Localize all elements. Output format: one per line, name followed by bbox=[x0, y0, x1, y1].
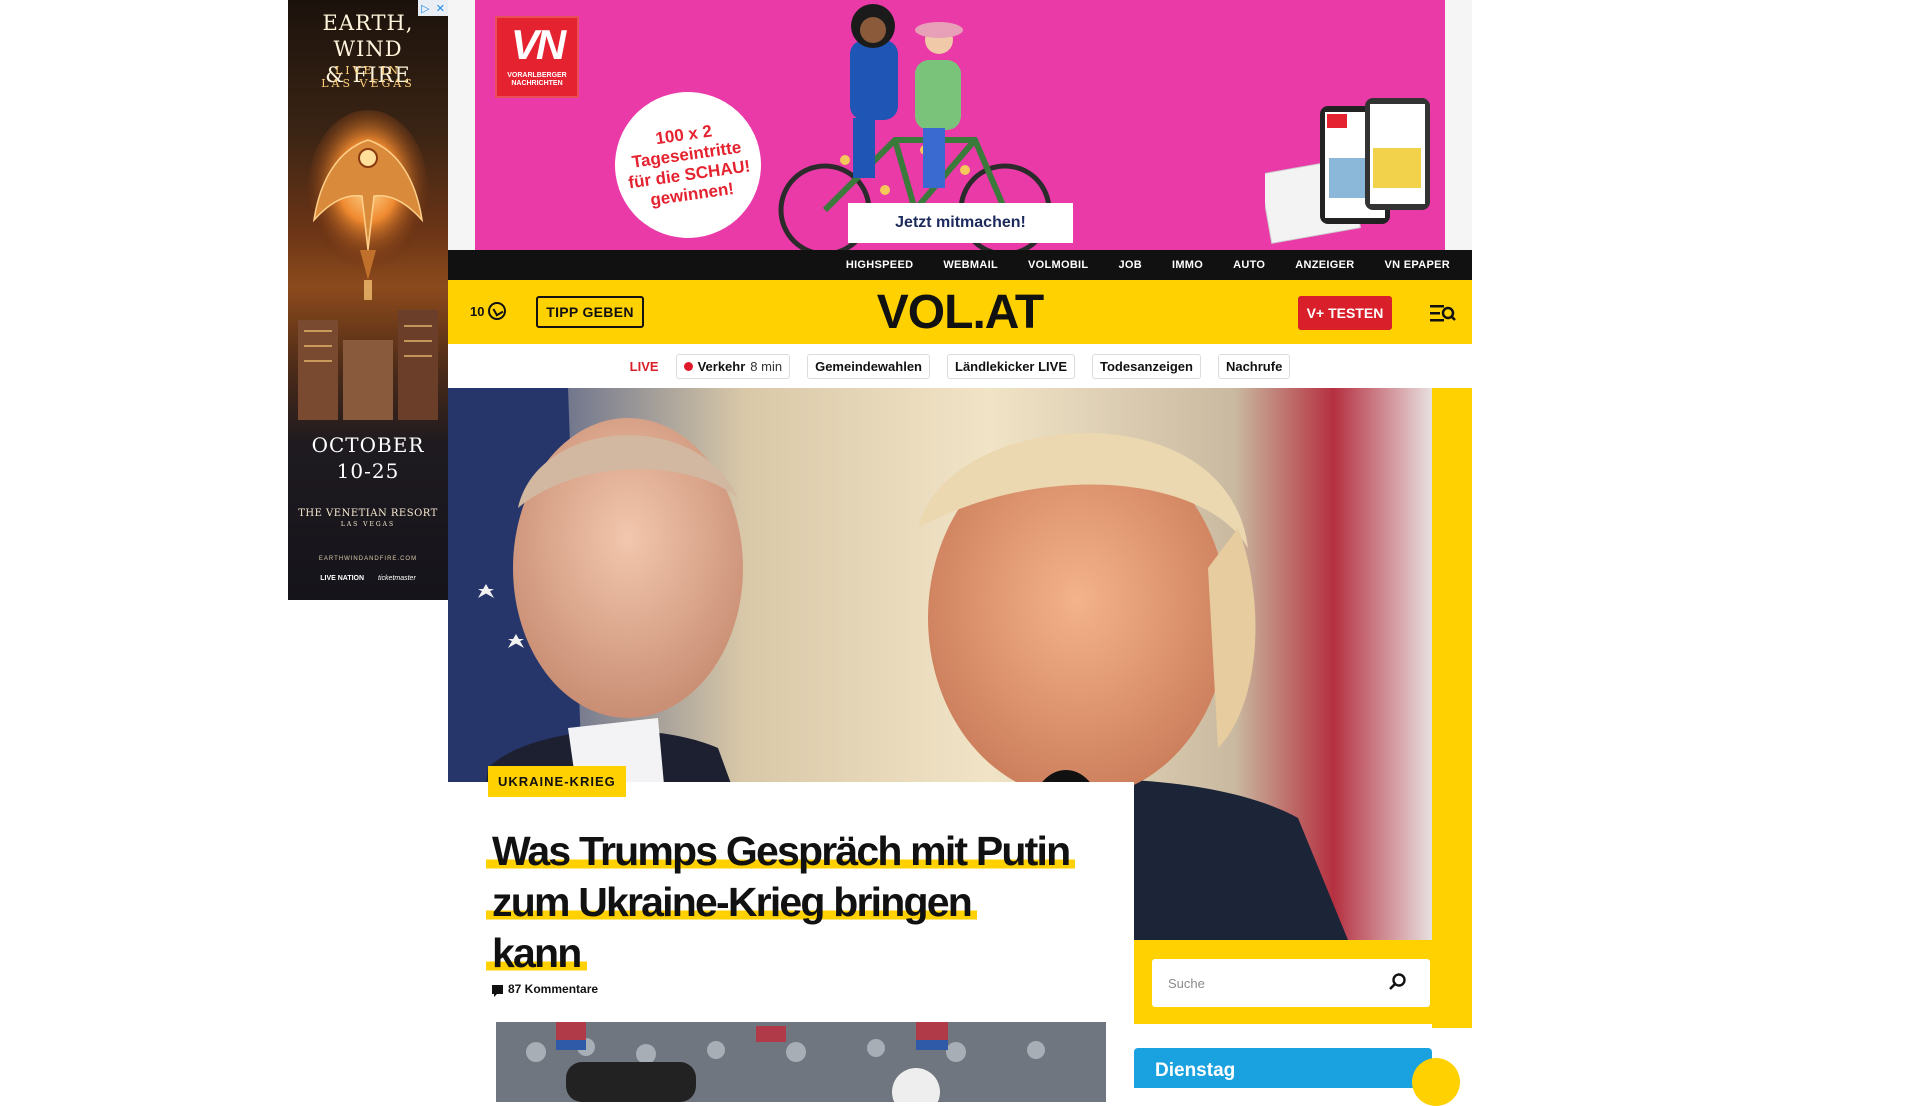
vn-logo-mark: VN bbox=[510, 21, 566, 68]
sun-icon bbox=[1412, 1058, 1460, 1106]
topic-chip-todesanzeigen[interactable]: Todesanzeigen bbox=[1092, 353, 1201, 379]
top-banner-container: VN VORARLBERGER NACHRICHTEN 100 x 2 Tage… bbox=[448, 0, 1472, 250]
nav-link-webmail[interactable]: WEBMAIL bbox=[943, 259, 998, 271]
article-headline[interactable]: Was Trumps Gespräch mit Putin zum Ukrain… bbox=[486, 826, 1106, 979]
ad-url: EARTHWINDANDFIRE.COM bbox=[318, 556, 418, 562]
comments-count: 87 Kommentare bbox=[508, 982, 599, 996]
chip-label: Verkehr bbox=[697, 358, 746, 374]
nav-link-volmobil[interactable]: VOLMOBIL bbox=[1028, 259, 1088, 271]
nav-link-vn-epaper[interactable]: VN EPAPER bbox=[1385, 259, 1450, 271]
chip-time: 8 min bbox=[750, 358, 783, 374]
banner-cta-button[interactable]: Jetzt mitmachen! bbox=[848, 203, 1073, 243]
ad-dates: OCTOBER 10-25 bbox=[288, 432, 448, 484]
epaper-devices-illustration bbox=[1265, 98, 1430, 244]
ad-subtitle-line: LAS VEGAS bbox=[321, 77, 415, 90]
live-nation-logo: LIVE NATION bbox=[320, 575, 365, 582]
topic-chip-laendlekicker[interactable]: Ländlekicker LIVE bbox=[947, 353, 1075, 379]
live-dot-icon bbox=[683, 361, 693, 371]
chip-label: Gemeindewahlen bbox=[815, 358, 922, 374]
vn-logo-name: VORARLBERGER bbox=[507, 72, 567, 79]
chip-label: Todesanzeigen bbox=[1100, 358, 1193, 374]
site-header: 10 TIPP GEBEN VOL.AT V+ TESTEN bbox=[448, 280, 1472, 344]
chip-label: Ländlekicker LIVE bbox=[955, 358, 1067, 374]
nav-link-anzeiger[interactable]: ANZEIGER bbox=[1295, 259, 1354, 271]
menu-search-icon[interactable] bbox=[1430, 302, 1456, 324]
live-topics-bar: LIVE Verkehr 8 min Gemeindewahlen Ländle… bbox=[448, 344, 1472, 388]
topic-chip-gemeindewahlen[interactable]: Gemeindewahlen bbox=[807, 353, 930, 379]
chip-label: Nachrufe bbox=[1225, 358, 1283, 374]
vplus-testen-button[interactable]: V+ TESTEN bbox=[1298, 296, 1392, 330]
topic-chip-verkehr[interactable]: Verkehr 8 min bbox=[675, 353, 791, 379]
skyscraper-ad[interactable]: ▷ ✕ EARTH, WIND & FIRE LIVE IN LAS VEGAS bbox=[288, 0, 448, 600]
ticketmaster-logo: ticketmaster bbox=[378, 575, 416, 582]
nav-link-highspeed[interactable]: HIGHSPEED bbox=[846, 259, 914, 271]
article-kicker[interactable]: UKRAINE-KRIEG bbox=[488, 766, 626, 797]
hero-yellow-band bbox=[1432, 388, 1472, 1028]
top-service-nav: HIGHSPEED WEBMAIL VOLMOBIL JOB IMMO AUTO… bbox=[448, 250, 1472, 280]
ad-venue: THE VENETIAN RESORT LAS VEGAS bbox=[288, 508, 448, 528]
ad-venue-name: THE VENETIAN RESORT bbox=[298, 508, 438, 519]
weather-card[interactable]: Dienstag bbox=[1134, 1048, 1432, 1088]
headline-line: kann bbox=[486, 930, 587, 976]
ad-venue-sub: LAS VEGAS bbox=[340, 521, 396, 528]
top-banner-ad[interactable]: VN VORARLBERGER NACHRICHTEN 100 x 2 Tage… bbox=[475, 0, 1445, 250]
ad-subtitle: LIVE IN LAS VEGAS bbox=[288, 64, 448, 90]
vn-logo-name: NACHRICHTEN bbox=[511, 80, 563, 87]
ad-date-line: OCTOBER bbox=[311, 433, 425, 457]
search-icon[interactable] bbox=[1388, 972, 1408, 992]
ad-sponsors: LIVE NATION ticketmaster bbox=[288, 575, 448, 582]
vn-logo: VN VORARLBERGER NACHRICHTEN bbox=[495, 16, 579, 98]
nav-link-auto[interactable]: AUTO bbox=[1233, 259, 1265, 271]
ad-subtitle-line: LIVE IN bbox=[334, 64, 402, 77]
nav-link-job[interactable]: JOB bbox=[1118, 259, 1142, 271]
weather-day: Dienstag bbox=[1155, 1060, 1236, 1081]
ad-date-line: 10-25 bbox=[336, 459, 400, 483]
live-label: LIVE bbox=[629, 358, 659, 374]
lead-article-card: UKRAINE-KRIEG Was Trumps Gespräch mit Pu… bbox=[448, 766, 1134, 1102]
secondary-article-image[interactable] bbox=[496, 1022, 1106, 1102]
headline-line: zum Ukraine-Krieg bringen bbox=[486, 879, 977, 925]
comment-icon bbox=[492, 984, 503, 997]
topic-chip-nachrufe[interactable]: Nachrufe bbox=[1217, 353, 1291, 379]
nav-link-immo[interactable]: IMMO bbox=[1172, 259, 1203, 271]
comments-link[interactable]: 87 Kommentare bbox=[492, 982, 599, 997]
headline-line: Was Trumps Gespräch mit Putin bbox=[486, 828, 1076, 874]
resort-skyline-icon bbox=[298, 310, 438, 420]
phoenix-emblem-icon bbox=[308, 110, 428, 300]
ad-title-line: EARTH, WIND bbox=[322, 11, 414, 61]
